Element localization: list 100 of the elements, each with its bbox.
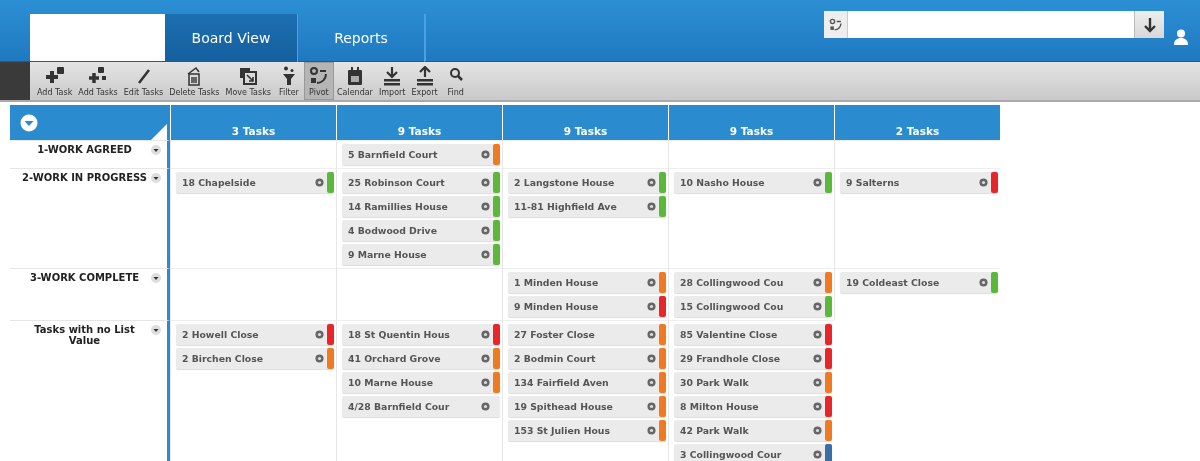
task-card[interactable]: 3 Collingwood Cour — [674, 444, 832, 461]
task-count: 9 Tasks — [729, 125, 774, 137]
toolbar-button[interactable]: Import — [375, 62, 409, 100]
task-card[interactable]: 2 Howell Close — [176, 324, 334, 345]
toolbar-button[interactable]: Move Tasks — [222, 62, 274, 100]
toolbar-button[interactable]: Add Tasks — [75, 62, 121, 100]
gear-icon[interactable] — [481, 150, 490, 159]
toolbar-button[interactable]: Calendar — [333, 62, 376, 100]
gear-icon[interactable] — [647, 302, 656, 311]
gear-icon[interactable] — [481, 226, 490, 235]
task-title: 41 Orchard Grove — [347, 353, 442, 364]
task-title: 9 Minden House — [513, 301, 600, 312]
task-card[interactable]: 5 Barnfield Court — [342, 144, 500, 165]
gear-icon[interactable] — [813, 354, 822, 363]
task-title: 9 Marne House — [347, 249, 428, 260]
task-count: 2 Tasks — [895, 125, 940, 137]
gear-icon[interactable] — [979, 278, 988, 287]
gear-icon[interactable] — [481, 250, 490, 259]
task-card[interactable]: 42 Park Walk — [674, 420, 832, 441]
pivot-button[interactable] — [824, 11, 848, 38]
gear-icon[interactable] — [979, 178, 988, 187]
task-title: 134 Fairfield Aven — [513, 377, 610, 388]
task-card[interactable]: 10 Marne House — [342, 372, 500, 393]
toolbar-button[interactable]: Find — [440, 62, 471, 100]
gear-icon[interactable] — [647, 354, 656, 363]
task-card[interactable]: 14 Ramillies House — [342, 196, 500, 217]
gear-icon[interactable] — [647, 278, 656, 287]
task-card[interactable]: 27 Foster Close — [508, 324, 666, 345]
download-button[interactable] — [1134, 11, 1164, 38]
calendar-icon — [345, 66, 364, 86]
task-card[interactable]: 85 Valentine Close — [674, 324, 832, 345]
gear-icon[interactable] — [813, 330, 822, 339]
gear-icon[interactable] — [813, 402, 822, 411]
task-card[interactable]: 4 Bodwood Drive — [342, 220, 500, 241]
task-card[interactable]: 2 Bodmin Court — [508, 348, 666, 369]
gear-icon[interactable] — [481, 378, 490, 387]
task-card[interactable]: 8 Milton House — [674, 396, 832, 417]
task-card[interactable]: 25 Robinson Court — [342, 172, 500, 193]
task-card[interactable]: 41 Orchard Grove — [342, 348, 500, 369]
task-card[interactable]: 2 Langstone House — [508, 172, 666, 193]
toolbar-button[interactable]: Pivot — [303, 62, 334, 100]
tab[interactable]: Board View — [165, 14, 298, 62]
task-card[interactable]: 2 Birchen Close — [176, 348, 334, 369]
toolbar-button[interactable]: Add Task — [34, 62, 76, 100]
task-card[interactable]: 18 Chapelside — [176, 172, 334, 193]
task-title: 25 Robinson Court — [347, 177, 446, 188]
gear-icon[interactable] — [481, 402, 490, 411]
gear-icon[interactable] — [813, 450, 822, 459]
dropdown-icon[interactable] — [151, 145, 161, 155]
task-card[interactable]: 11-81 Highfield Ave — [508, 196, 666, 217]
task-title: 8 Milton House — [679, 401, 760, 412]
gear-icon[interactable] — [481, 354, 490, 363]
gear-icon[interactable] — [647, 402, 656, 411]
task-title: 10 Nasho House — [679, 177, 766, 188]
gear-icon[interactable] — [647, 202, 656, 211]
user-icon[interactable] — [1174, 28, 1188, 45]
search-field[interactable] — [824, 11, 1164, 38]
task-title: 15 Collingwood Cou — [679, 301, 785, 312]
gear-icon[interactable] — [647, 426, 656, 435]
task-card[interactable]: 1 Minden House — [508, 272, 666, 293]
toolbar-button[interactable]: Edit Tasks — [120, 62, 167, 100]
gear-icon[interactable] — [813, 426, 822, 435]
task-card[interactable]: 153 St Julien Hous — [508, 420, 666, 441]
gear-icon[interactable] — [647, 178, 656, 187]
dropdown-icon[interactable] — [151, 173, 161, 183]
toolbar-button[interactable]: Export — [408, 62, 441, 100]
gear-icon[interactable] — [481, 202, 490, 211]
task-card[interactable]: 30 Park Walk — [674, 372, 832, 393]
gear-icon[interactable] — [813, 378, 822, 387]
dropdown-icon[interactable] — [151, 325, 161, 335]
task-card[interactable]: 19 Spithead House — [508, 396, 666, 417]
task-card[interactable]: 9 Marne House — [342, 244, 500, 265]
toolbar-button[interactable]: Filter — [273, 62, 304, 100]
gear-icon[interactable] — [315, 330, 324, 339]
task-card[interactable]: 9 Salterns — [840, 172, 998, 193]
gear-icon[interactable] — [647, 330, 656, 339]
task-card[interactable]: 18 St Quentin Hous — [342, 324, 500, 345]
download-icon — [1143, 16, 1156, 33]
task-count: 3 Tasks — [231, 125, 276, 137]
download-icon — [383, 66, 402, 86]
task-card[interactable]: 15 Collingwood Cou — [674, 296, 832, 317]
gear-icon[interactable] — [481, 178, 490, 187]
gear-icon[interactable] — [481, 330, 490, 339]
gear-icon[interactable] — [315, 178, 324, 187]
gear-icon[interactable] — [813, 178, 822, 187]
task-card[interactable]: 10 Nasho House — [674, 172, 832, 193]
task-title: 153 St Julien Hous — [513, 425, 611, 436]
task-card[interactable]: 9 Minden House — [508, 296, 666, 317]
gear-icon[interactable] — [813, 302, 822, 311]
task-card[interactable]: 28 Collingwood Cou — [674, 272, 832, 293]
dropdown-icon[interactable] — [151, 273, 161, 283]
gear-icon[interactable] — [647, 378, 656, 387]
task-card[interactable]: 19 Coldeast Close — [840, 272, 998, 293]
filter-icon — [281, 66, 296, 86]
task-card[interactable]: 29 Frandhole Close — [674, 348, 832, 369]
task-card[interactable]: 134 Fairfield Aven — [508, 372, 666, 393]
gear-icon[interactable] — [315, 354, 324, 363]
task-card[interactable]: 4/28 Barnfield Cour — [342, 396, 500, 417]
gear-icon[interactable] — [813, 278, 822, 287]
toolbar-button[interactable]: Delete Tasks — [166, 62, 223, 100]
